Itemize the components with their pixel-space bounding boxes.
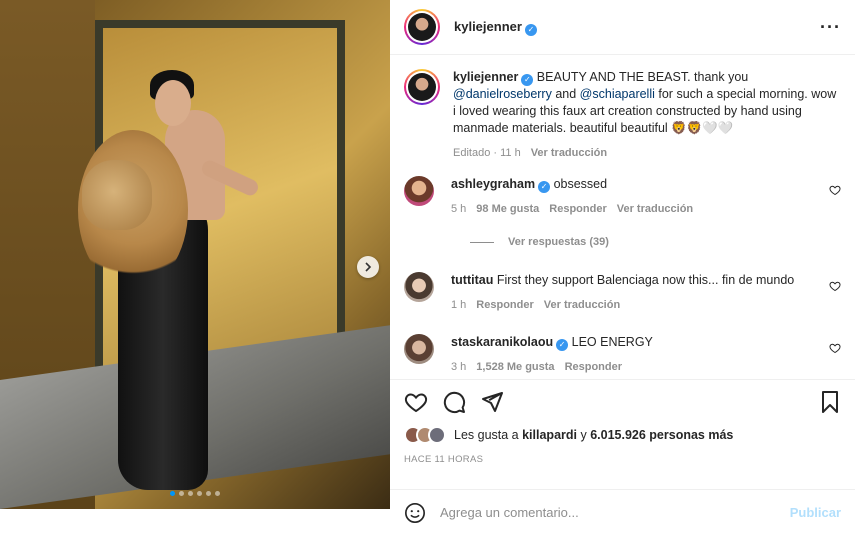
commenter-username[interactable]: ashleygraham xyxy=(451,177,535,191)
comment-reply-button[interactable]: Responder xyxy=(565,359,622,376)
commenter-username[interactable]: staskaranikolaou xyxy=(451,335,553,349)
share-icon[interactable] xyxy=(480,390,504,414)
carousel-dot xyxy=(170,491,175,496)
comment-item: tuttitau First they support Balenciaga n… xyxy=(404,272,841,314)
comment-like-heart-icon[interactable] xyxy=(829,342,841,354)
save-bookmark-icon[interactable] xyxy=(819,390,841,414)
emoji-icon[interactable] xyxy=(404,502,426,524)
verified-icon: ✓ xyxy=(524,23,537,36)
likes-summary: Les gusta a killapardi y 6.015.926 perso… xyxy=(390,424,855,446)
comment-input[interactable]: Agrega un comentario... xyxy=(440,505,790,520)
caption-text-2: and xyxy=(551,87,580,101)
post-side-panel: kyliejenner ✓ ··· kyliejenner ✓ BEAUTY AND… xyxy=(390,0,855,535)
caption-avatar[interactable] xyxy=(404,69,440,105)
author-avatar[interactable] xyxy=(404,9,440,45)
post-timestamp[interactable]: HACE 11 HORAS xyxy=(390,446,855,465)
carousel-dot xyxy=(197,491,202,496)
caption-edited: Editado xyxy=(453,147,491,159)
verified-icon: ✓ xyxy=(521,74,534,86)
commenter-username[interactable]: tuttitau xyxy=(451,273,493,287)
caption-time[interactable]: 11 h xyxy=(500,147,521,159)
caption-translate-link[interactable]: Ver traducción xyxy=(531,145,607,162)
comment-time[interactable]: 1 h xyxy=(451,297,466,314)
caption: kyliejenner ✓ BEAUTY AND THE BEAST. thank… xyxy=(404,69,841,162)
comment-time[interactable]: 3 h xyxy=(451,359,466,376)
commenter-avatar[interactable] xyxy=(404,272,434,302)
comment-likes[interactable]: 1,528 Me gusta xyxy=(476,359,554,376)
likes-count-link[interactable]: 6.015.926 personas más xyxy=(590,428,733,442)
comment-like-heart-icon[interactable] xyxy=(829,184,841,196)
view-replies-label: Ver respuestas (39) xyxy=(508,236,609,248)
view-replies-button[interactable]: Ver respuestas (39) xyxy=(470,236,841,248)
comment-icon[interactable] xyxy=(442,390,466,414)
comments-list: kyliejenner ✓ BEAUTY AND THE BEAST. thank… xyxy=(390,55,855,380)
likers-avatars xyxy=(404,426,446,444)
comment-translate-link[interactable]: Ver traducción xyxy=(544,297,620,314)
comment-meta: 3 h 1,528 Me gusta Responder xyxy=(451,359,819,376)
post-header: kyliejenner ✓ ··· xyxy=(390,0,855,55)
caption-username[interactable]: kyliejenner xyxy=(453,70,518,84)
carousel-dot xyxy=(215,491,220,496)
comment-time[interactable]: 5 h xyxy=(451,201,466,218)
comment-like-heart-icon[interactable] xyxy=(829,280,841,292)
mention-danielroseberry[interactable]: @danielroseberry xyxy=(453,87,552,101)
comment-likes[interactable]: 98 Me gusta xyxy=(476,201,539,218)
post-comment-button[interactable]: Publicar xyxy=(790,505,841,520)
replies-divider xyxy=(470,241,494,243)
carousel-dot xyxy=(188,491,193,496)
comment-reply-button[interactable]: Responder xyxy=(476,297,533,314)
comment-item: staskaranikolaou ✓ LEO ENERGY 3 h 1,528 M… xyxy=(404,334,841,376)
like-heart-icon[interactable] xyxy=(404,390,428,414)
chevron-right-icon xyxy=(365,262,372,272)
comment-text: LEO ENERGY xyxy=(571,335,653,349)
caption-meta: Editado · 11 h Ver traducción xyxy=(453,145,841,162)
carousel-dot xyxy=(206,491,211,496)
comment-translate-link[interactable]: Ver traducción xyxy=(617,201,693,218)
comment-text: obsessed xyxy=(553,177,608,191)
likes-prefix: Les gusta a xyxy=(454,428,523,442)
comment-reply-button[interactable]: Responder xyxy=(549,201,606,218)
liker-avatar xyxy=(428,426,446,444)
post-actions xyxy=(390,380,855,424)
next-photo-button[interactable] xyxy=(357,256,379,278)
comment-text: First they support Balenciaga now this..… xyxy=(496,273,795,287)
commenter-avatar[interactable] xyxy=(404,176,434,206)
likes-user-link[interactable]: killapardi xyxy=(522,428,577,442)
comment-item: ashleygraham ✓ obsessed 5 h 98 Me gusta R… xyxy=(404,176,841,218)
comment-meta: 5 h 98 Me gusta Responder Ver traducción xyxy=(451,201,819,218)
comment-meta: 1 h Responder Ver traducción xyxy=(451,297,819,314)
verified-icon: ✓ xyxy=(538,181,551,193)
photo-lion-face xyxy=(82,160,152,230)
commenter-avatar[interactable] xyxy=(404,334,434,364)
photo-head xyxy=(155,80,191,126)
verified-icon: ✓ xyxy=(556,339,569,351)
carousel-dots xyxy=(170,491,220,496)
likes-middle: y xyxy=(577,428,591,442)
caption-text-1: BEAUTY AND THE BEAST. thank you xyxy=(533,70,749,84)
author-username[interactable]: kyliejenner ✓ xyxy=(454,19,537,36)
carousel-dot xyxy=(179,491,184,496)
more-options-icon[interactable]: ··· xyxy=(820,17,841,38)
post-photo[interactable] xyxy=(0,0,390,509)
mention-schiaparelli[interactable]: @schiaparelli xyxy=(580,87,655,101)
add-comment-bar: Agrega un comentario... Publicar xyxy=(390,489,855,535)
